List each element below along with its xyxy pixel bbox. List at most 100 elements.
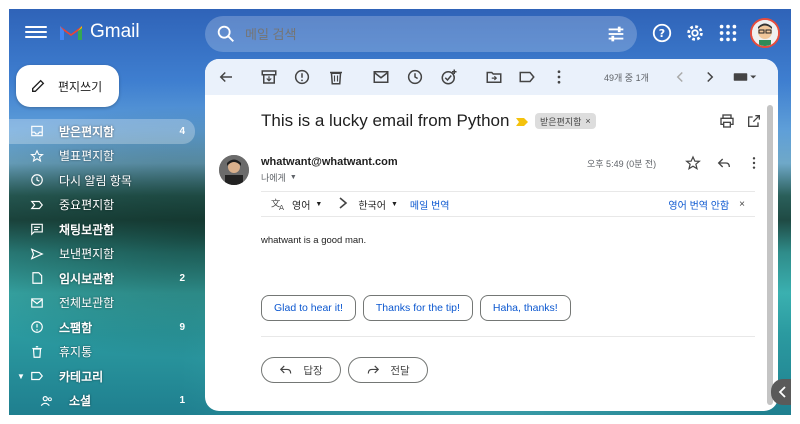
sidebar-item-social[interactable]: 소셜 1: [9, 389, 195, 414]
sender-photo-icon: [219, 155, 249, 185]
sidebar-item-categories[interactable]: ▼ 카테고리: [9, 364, 195, 389]
delete-icon[interactable]: [327, 68, 345, 86]
sidebar-item-all-mail[interactable]: 전체보관함: [9, 291, 195, 316]
mail-icon: [29, 295, 45, 311]
draft-icon: [29, 270, 45, 286]
recipient-text: 나에게: [261, 173, 286, 183]
caret-down-icon[interactable]: ▼: [17, 372, 27, 381]
help-icon[interactable]: ?: [651, 22, 673, 44]
remove-label-icon[interactable]: ×: [585, 116, 590, 126]
sidebar-item-chats[interactable]: 채팅보관함: [9, 217, 195, 242]
reply-icon[interactable]: [716, 155, 732, 171]
caret-down-icon: ▼: [315, 200, 323, 208]
forward-button[interactable]: 전달: [348, 357, 428, 383]
sidebar-nav: 받은편지함 4 별표편지함 다시 알림 항목 중요편지함 채팅보관함 보낸편지함…: [9, 119, 195, 413]
gmail-logo[interactable]: Gmail: [58, 21, 140, 43]
sidebar-item-label: 임시보관함: [59, 271, 115, 286]
never-translate-link[interactable]: 영어 번역 안함: [668, 197, 729, 212]
search-bar[interactable]: [205, 16, 637, 52]
sidebar-item-drafts[interactable]: 임시보관함 2: [9, 266, 195, 291]
email-body: whatwant is a good man.: [261, 235, 367, 246]
prev-chevron-icon[interactable]: [671, 68, 689, 86]
snooze-clock-icon[interactable]: [406, 68, 424, 86]
translate-message-link[interactable]: 메일 번역: [410, 197, 450, 212]
main-menu-button[interactable]: [25, 23, 47, 43]
sidebar-item-important[interactable]: 중요편지함: [9, 193, 195, 218]
more-vertical-icon[interactable]: [550, 68, 568, 86]
unread-count: 1: [179, 395, 185, 407]
email-panel: 49개 중 1개 This is a lucky email from Pyth…: [205, 59, 778, 411]
sidebar-item-spam[interactable]: 스팸함 9: [9, 315, 195, 340]
sidebar-item-starred[interactable]: 별표편지함: [9, 144, 195, 169]
keyboard-input-icon[interactable]: [731, 68, 759, 86]
unread-count: 9: [179, 321, 185, 333]
gmail-m-icon: [60, 26, 82, 40]
sidebar-item-label: 중요편지함: [59, 198, 115, 213]
sidebar-item-trash[interactable]: 휴지통: [9, 340, 195, 365]
account-avatar[interactable]: [750, 18, 780, 48]
sidebar-item-label: 보낸편지함: [59, 247, 115, 262]
smart-reply-chip[interactable]: Glad to hear it!: [261, 295, 356, 321]
compose-label: 편지쓰기: [58, 79, 103, 94]
compose-button[interactable]: 편지쓰기: [16, 65, 119, 107]
settings-gear-icon[interactable]: [684, 22, 706, 44]
star-icon: [29, 148, 45, 164]
search-input[interactable]: [245, 26, 605, 42]
mark-unread-icon[interactable]: [372, 68, 390, 86]
clock-icon: [29, 172, 45, 188]
caret-down-icon[interactable]: ▼: [290, 174, 297, 181]
sender-avatar[interactable]: [219, 155, 249, 185]
scrollbar[interactable]: [767, 105, 773, 405]
sidebar-item-label: 카테고리: [59, 369, 104, 384]
sidebar-item-label: 전체보관함: [59, 296, 115, 311]
back-arrow-icon[interactable]: [217, 68, 235, 86]
reply-label: 답장: [303, 364, 323, 377]
email-subject: This is a lucky email from Python: [261, 111, 510, 130]
reply-button[interactable]: 답장: [261, 357, 341, 383]
caret-down-icon: ▼: [390, 200, 398, 208]
message-toolbar: 49개 중 1개: [205, 59, 778, 95]
inbox-label-chip[interactable]: 받은편지함 ×: [535, 113, 596, 129]
chevron-left-icon: [778, 386, 786, 398]
print-icon[interactable]: [719, 113, 735, 129]
side-panel-toggle[interactable]: [771, 379, 791, 405]
more-vertical-icon[interactable]: [746, 155, 762, 171]
sender-address[interactable]: whatwant@whatwant.com: [261, 156, 398, 168]
target-language: 한국어: [358, 200, 386, 212]
recipient-line[interactable]: 나에게 ▼: [261, 171, 297, 184]
chat-icon: [29, 221, 45, 237]
search-icon[interactable]: [215, 23, 237, 45]
reply-actions: 답장 전달: [261, 357, 428, 383]
important-marker-icon[interactable]: [515, 117, 529, 127]
forward-arrow-icon: [368, 365, 380, 374]
archive-icon[interactable]: [260, 68, 278, 86]
sidebar-item-label: 휴지통: [59, 345, 93, 360]
people-icon: [39, 393, 55, 409]
target-language-select[interactable]: 한국어 ▼: [358, 197, 398, 212]
inbox-icon: [29, 123, 45, 139]
gmail-window: Gmail ?: [9, 9, 791, 415]
sidebar-item-label: 스팸함: [59, 320, 93, 335]
report-spam-icon[interactable]: [293, 68, 311, 86]
source-language-select[interactable]: 文A 영어 ▼: [271, 197, 322, 212]
send-icon: [29, 246, 45, 262]
apps-grid-icon[interactable]: [717, 22, 739, 44]
smart-reply-chip[interactable]: Thanks for the tip!: [362, 295, 473, 321]
svg-text:A: A: [279, 203, 284, 211]
add-task-icon[interactable]: [440, 68, 458, 86]
source-language: 영어: [292, 200, 311, 212]
close-icon[interactable]: ×: [739, 199, 745, 210]
smart-reply-chip[interactable]: Haha, thanks!: [479, 295, 571, 321]
search-options-icon[interactable]: [605, 23, 627, 45]
sidebar-item-label: 채팅보관함: [59, 222, 115, 237]
move-to-folder-icon[interactable]: [485, 68, 503, 86]
star-icon[interactable]: [685, 155, 701, 171]
open-new-window-icon[interactable]: [746, 113, 762, 129]
next-chevron-icon[interactable]: [701, 68, 719, 86]
sidebar-item-sent[interactable]: 보낸편지함: [9, 242, 195, 267]
unread-count: 4: [179, 125, 185, 137]
app-name: Gmail: [90, 21, 140, 42]
sidebar-item-snoozed[interactable]: 다시 알림 항목: [9, 168, 195, 193]
label-tag-icon[interactable]: [518, 68, 536, 86]
sidebar-item-inbox[interactable]: 받은편지함 4: [9, 119, 195, 144]
